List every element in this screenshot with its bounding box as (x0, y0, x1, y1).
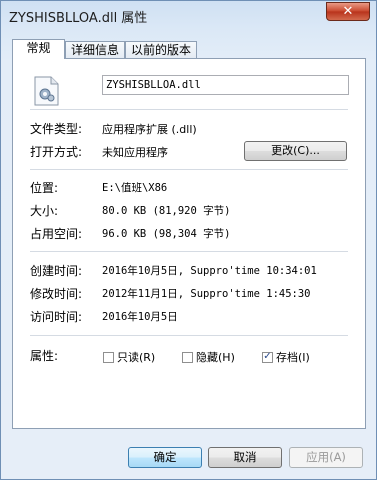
tab-details-label: 详细信息 (70, 43, 119, 57)
change-button[interactable]: 更改(C)... (244, 141, 347, 161)
properties-window: ZYSHISBLLOA.dll 属性 ✕ 常规 详细信息 以前的版本 ZYSHI… (0, 0, 377, 480)
created-value: 2016年10月5日, Suppro'time 10:34:01 (102, 265, 317, 277)
readonly-checkbox[interactable]: 只读(R) (103, 349, 155, 365)
location-value: E:\值班\X86 (102, 182, 168, 194)
tab-details[interactable]: 详细信息 (65, 41, 125, 58)
file-type-label: 文件类型: (30, 122, 83, 136)
tab-previous-versions[interactable]: 以前的版本 (125, 41, 197, 58)
accessed-label: 访问时间: (30, 310, 83, 324)
modified-value: 2012年11月1日, Suppro'time 1:45:30 (102, 288, 311, 300)
tab-general[interactable]: 常规 (12, 39, 65, 59)
cancel-button[interactable]: 取消 (208, 447, 282, 468)
archive-checkbox[interactable]: ✓ 存档(I) (262, 349, 310, 365)
created-label: 创建时间: (30, 264, 83, 278)
archive-checkbox-box[interactable]: ✓ (262, 351, 273, 363)
open-with-label: 打开方式: (30, 145, 83, 159)
size-value: 80.0 KB (81,920 字节) (102, 205, 231, 217)
divider (30, 169, 348, 170)
window-title: ZYSHISBLLOA.dll 属性 (9, 11, 148, 26)
divider (30, 251, 348, 252)
file-type-value: 应用程序扩展 (.dll) (102, 123, 197, 136)
divider (30, 109, 348, 110)
size-on-disk-label: 占用空间: (30, 227, 83, 241)
size-label: 大小: (30, 204, 59, 218)
divider (30, 335, 348, 336)
hidden-label: 隐藏(H) (196, 351, 235, 364)
archive-label: 存档(I) (276, 351, 310, 364)
accessed-value: 2016年10月5日 (102, 311, 178, 323)
tab-general-label: 常规 (26, 41, 51, 55)
close-icon: ✕ (342, 4, 354, 19)
attributes-label: 属性: (30, 349, 59, 363)
hidden-checkbox-box[interactable] (182, 351, 193, 363)
dll-file-icon (34, 76, 59, 106)
general-panel: ZYSHISBLLOA.dll 文件类型: 应用程序扩展 (.dll) 打开方式… (12, 58, 366, 429)
close-button[interactable]: ✕ (326, 2, 370, 21)
size-on-disk-value: 96.0 KB (98,304 字节) (102, 228, 231, 240)
apply-button[interactable]: 应用(A) (289, 447, 363, 468)
checkmark-icon: ✓ (263, 351, 272, 362)
open-with-value: 未知应用程序 (102, 146, 168, 159)
ok-button[interactable]: 确定 (128, 447, 202, 468)
title-bar[interactable]: ZYSHISBLLOA.dll 属性 ✕ (1, 1, 376, 31)
location-label: 位置: (30, 181, 59, 195)
tab-previous-versions-label: 以前的版本 (130, 43, 191, 57)
modified-label: 修改时间: (30, 287, 83, 301)
readonly-checkbox-box[interactable] (103, 351, 114, 363)
hidden-checkbox[interactable]: 隐藏(H) (182, 349, 235, 365)
readonly-label: 只读(R) (117, 351, 156, 364)
file-name-field[interactable]: ZYSHISBLLOA.dll (102, 75, 349, 95)
